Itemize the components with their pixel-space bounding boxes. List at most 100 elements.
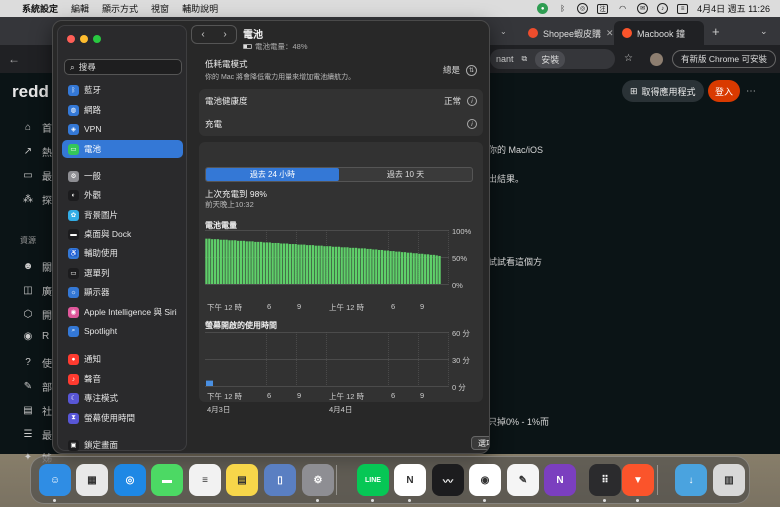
battery-level-bar (294, 244, 297, 284)
sidebar-item-accessibility[interactable]: ♿ 輔助使用 (62, 244, 183, 262)
github-icon[interactable]: ● (537, 3, 549, 14)
finder-icon[interactable]: ☺ (39, 464, 71, 496)
address-bar[interactable]: nant ⧉ 安裝 (490, 49, 615, 69)
notes-icon[interactable]: ▤ (226, 464, 258, 496)
sidebar-item-sound[interactable]: ♪ 聲音 (62, 370, 183, 388)
install-app-icon[interactable]: ⧉ (522, 54, 528, 64)
wifi-icon[interactable]: ◠ (617, 4, 628, 14)
install-button[interactable]: 安裝 (535, 50, 566, 68)
sidebar-item-menubar[interactable]: ▭ 選單列 (62, 264, 183, 282)
menubar-clock[interactable]: 4月4日 週五 11:26 (697, 2, 770, 15)
sidebar-item-wallpaper[interactable]: ✿ 背景圖片 (62, 206, 183, 224)
music-icon[interactable]: ♪ (657, 3, 669, 14)
low-power-popup[interactable]: 總是 ⇅ (443, 64, 477, 76)
forward-button[interactable]: › (223, 29, 226, 40)
nav-best[interactable]: ☰ 最 (22, 427, 52, 442)
settings-search-input[interactable]: ⌕ 搜尋 (64, 59, 182, 75)
close-window-button[interactable] (67, 35, 75, 43)
menu-edit[interactable]: 編輯 (71, 2, 89, 15)
sidebar-item-focus[interactable]: ☾ 專注模式 (62, 389, 183, 407)
resources-section-label: 資源 (20, 236, 36, 245)
launchpad-icon[interactable]: ▦ (76, 464, 108, 496)
nav-explore[interactable]: ⁂ 探 (22, 192, 52, 207)
downloads-folder-icon[interactable]: ↓ (675, 464, 707, 496)
minimize-window-button[interactable] (80, 35, 88, 43)
sidebar-item-display[interactable]: ☼ 顯示器 (62, 283, 183, 301)
onenote-icon[interactable]: N (544, 464, 576, 496)
sidebar-item-gear[interactable]: ⚙ 一般 (62, 167, 183, 185)
sidebar-item-network[interactable]: ◍ 網路 (62, 101, 183, 119)
new-tab-button[interactable]: + (712, 24, 720, 39)
nav-communities[interactable]: ▤ 社 (22, 403, 52, 418)
sidebar-item-appearance[interactable]: ◐ 外觀 (62, 186, 183, 204)
get-app-button[interactable]: ⊞ 取得應用程式 (622, 80, 704, 102)
mail-icon[interactable]: ✉ (637, 3, 649, 14)
running-indicator (53, 499, 56, 502)
input-method-icon[interactable]: 注 (597, 3, 609, 14)
gear-icon: ⚙ (68, 170, 79, 182)
options-button[interactable]: 選項⋯ (471, 436, 489, 450)
app-grid-icon[interactable]: ⠿ (589, 464, 621, 496)
nav-help[interactable]: ? 使 (22, 355, 52, 370)
zoom-window-button[interactable] (93, 35, 101, 43)
sidebar-item-lock[interactable]: ▣ 鎖定畫面 (62, 436, 183, 453)
reddit-logo[interactable]: redd (12, 82, 49, 102)
nav-home[interactable]: ⌂ 首 (22, 120, 52, 135)
nav-developers[interactable]: ⬡ 開 (22, 307, 52, 322)
nav-reddit-pro[interactable]: ◉ R (22, 331, 52, 342)
control-center-icon[interactable]: ≡ (677, 3, 689, 14)
sidebar-item-bluetooth[interactable]: ᛒ 藍牙 (62, 81, 183, 99)
sidebar-item-screentime[interactable]: ⧗ 螢幕使用時間 (62, 409, 183, 427)
segment-10d[interactable]: 過去 10 天 (339, 168, 472, 181)
sidebar-item-dock[interactable]: ▬ 桌面與 Dock (62, 225, 183, 243)
line-icon[interactable]: LINE (357, 464, 389, 496)
close-icon[interactable]: ✕ (606, 28, 614, 39)
notion-icon[interactable]: N (394, 464, 426, 496)
login-button[interactable]: 登入 (708, 80, 740, 102)
running-indicator (371, 499, 374, 502)
info-icon[interactable]: i (467, 96, 477, 106)
trash-icon[interactable]: ▥ (713, 464, 745, 496)
nav-latest[interactable]: ▭ 最 (22, 168, 52, 183)
messages-icon[interactable]: ▬ (151, 464, 183, 496)
nav-label: 首 (42, 124, 52, 135)
nav-popular[interactable]: ↗ 熱 (22, 144, 52, 159)
nav-about[interactable]: ☻ 關 (22, 259, 52, 274)
preview-icon[interactable]: ▯ (264, 464, 296, 496)
popular-icon: ↗ (23, 146, 33, 157)
profile-avatar[interactable] (650, 53, 663, 66)
back-arrow-icon[interactable]: ← (8, 52, 20, 66)
safari-icon[interactable]: ◎ (114, 464, 146, 496)
chatgpt-icon[interactable]: ◎ (577, 3, 589, 14)
menu-app-name[interactable]: 系統設定 (22, 2, 58, 15)
sidebar-item-spotlight[interactable]: ⌕ Spotlight (62, 322, 183, 340)
chrome-update-button[interactable]: 有新版 Chrome 可安裝 (672, 50, 776, 68)
nav-ads[interactable]: ◫ 廣 (22, 283, 52, 298)
system-settings-icon[interactable]: ⚙ (302, 464, 334, 496)
stocks-icon[interactable]: 〰 (432, 464, 464, 496)
tab-overflow-icon[interactable]: ⌄ (500, 27, 507, 36)
bookmark-star-icon[interactable]: ☆ (624, 53, 633, 64)
sidebar-item-battery[interactable]: ▭ 電池 (62, 140, 183, 158)
reminders-icon[interactable]: ≡ (189, 464, 221, 496)
back-button[interactable]: ‹ (201, 29, 204, 40)
info-icon[interactable]: i (467, 119, 477, 129)
menu-view[interactable]: 顯示方式 (102, 2, 138, 15)
bluetooth-icon[interactable]: ᛒ (557, 4, 568, 14)
sidebar-item-label: 外觀 (84, 190, 102, 200)
menu-help[interactable]: 輔助說明 (182, 2, 218, 15)
textedit-icon[interactable]: ✎ (507, 464, 539, 496)
nav-blog[interactable]: ✎ 部 (22, 379, 52, 394)
segment-24h[interactable]: 過去 24 小時 (206, 168, 339, 181)
tab-shopee[interactable]: Shopee蝦皮購 ✕ (520, 21, 622, 45)
sidebar-item-vpn[interactable]: ◈ VPN (62, 120, 183, 138)
sidebar-item-notification[interactable]: ● 通知 (62, 350, 183, 368)
brave-icon[interactable]: ▼ (622, 464, 654, 496)
chrome-icon[interactable]: ◉ (469, 464, 501, 496)
tab-search-icon[interactable]: ⌄ (760, 26, 768, 37)
more-menu-icon[interactable]: ⋯ (746, 86, 756, 97)
network-icon: ◍ (68, 104, 79, 116)
tab-macbook[interactable]: Macbook 鐘 (614, 21, 704, 45)
menu-window[interactable]: 視窗 (151, 2, 169, 15)
sidebar-item-siri[interactable]: ◉ Apple Intelligence 與 Siri (62, 303, 183, 321)
